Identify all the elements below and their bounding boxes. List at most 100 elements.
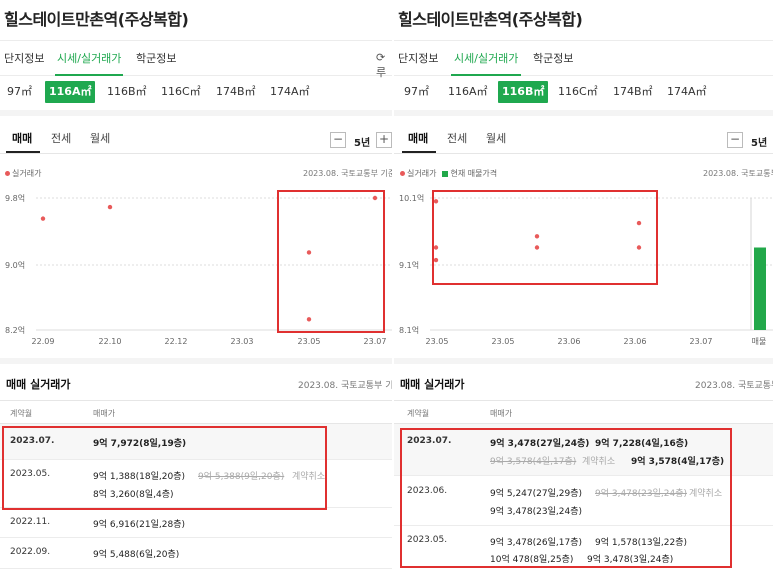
tab-price[interactable]: 시세/실거래가: [57, 50, 121, 66]
size-option[interactable]: 116C㎡: [157, 81, 205, 103]
x-tick-label: 23.03: [231, 337, 254, 346]
size-option[interactable]: 97㎡: [3, 81, 36, 103]
table-row[interactable]: 2022.09. 9억 5,488(6일,20층): [0, 538, 392, 569]
legend-actual: 실거래가: [407, 169, 437, 178]
size-option[interactable]: 116A㎡: [444, 81, 492, 103]
row-price: 9억 3,478(26일,17층): [490, 538, 582, 548]
cancel-label: 계약취소: [292, 472, 326, 482]
table-row[interactable]: 2023.07. 9억 3,478(27일,24층) 9억 7,228(4일,1…: [394, 424, 773, 476]
chart-legend: 실거래가 현재 매물가격: [400, 168, 497, 179]
refresh-icon[interactable]: ⟳ 루: [376, 51, 392, 80]
table-row[interactable]: 2023.06. 9억 5,247(27일,29층) 9억 3,478(23일,…: [394, 476, 773, 526]
y-tick-label: 8.1억: [399, 325, 419, 335]
size-option[interactable]: 116C㎡: [554, 81, 602, 103]
table-row[interactable]: 2023.05. 9억 1,388(18일,20층) 9억 5,388(9일,2…: [0, 460, 392, 508]
x-tick-label: 23.05: [426, 337, 449, 346]
legend-listing: 현재 매물가격: [450, 169, 498, 178]
size-option-selected[interactable]: 116B㎡: [498, 81, 549, 103]
separator: [0, 110, 392, 116]
table-row[interactable]: 2023.05. 9억 3,478(26일,17층) 9억 1,578(13일,…: [394, 526, 773, 569]
size-option[interactable]: 174B㎡: [609, 81, 657, 103]
tab-school[interactable]: 학군정보: [136, 50, 176, 66]
row-price: 9억 3,478(27일,24층): [490, 439, 590, 449]
size-selector: 97㎡ 116A㎡ 116B㎡ 116C㎡ 174B㎡ 174A㎡: [394, 78, 773, 106]
table-row[interactable]: 2023.07. 9억 7,972(8일,19층): [0, 424, 392, 460]
left-panel: 힐스테이트만촌역(주상복합) 단지정보 시세/실거래가 학군정보 ⟳ 루 97㎡…: [0, 0, 392, 569]
price-point: [40, 216, 46, 221]
chart-legend: 실거래가: [5, 168, 41, 179]
size-option[interactable]: 116B㎡: [103, 81, 151, 103]
subtab-sale[interactable]: 매매: [12, 130, 32, 146]
row-month: 2023.07.: [407, 436, 452, 446]
size-option[interactable]: 174B㎡: [212, 81, 260, 103]
row-price: 8억 3,260(8일,4층): [93, 490, 174, 500]
price-chart: 8.1억 9.1억 10.1억 23.05 23.05 23.06 23.06 23.07 매물: [399, 193, 773, 346]
subtab-underline: [402, 151, 436, 153]
row-price: 10억 478(8일,25층): [490, 555, 574, 565]
separator: [394, 358, 773, 364]
tab-complex-info[interactable]: 단지정보: [398, 50, 438, 66]
row-price: 9억 3,578(4일,17층): [631, 457, 725, 467]
x-tick-label: 23.07: [364, 337, 387, 346]
y-tick-label: 9.1억: [399, 260, 419, 270]
period-label: 5년: [751, 138, 768, 149]
separator: [394, 110, 773, 116]
x-tick-label: 23.06: [558, 337, 581, 346]
deal-type-tabs: 매매 전세 월세 − 5년: [394, 124, 773, 154]
tab-active-underline: [55, 74, 123, 76]
section-title: 매매 실거래가: [400, 378, 465, 391]
legend-dot-icon: [5, 171, 10, 176]
table-header: 계약월 매매가: [0, 400, 392, 424]
size-option[interactable]: 174A㎡: [266, 81, 314, 103]
subtab-jeonse[interactable]: 전세: [447, 130, 467, 146]
subtab-monthly[interactable]: 월세: [486, 130, 506, 146]
price-chart: 8.2억 9.0억 9.8억 22.09 22.10 22.12 23.03 23.05 23.…: [5, 193, 392, 346]
col-month: 계약월: [407, 409, 430, 418]
row-month: 2023.07.: [10, 436, 55, 446]
row-price: 9억 1,578(13일,22층): [595, 538, 687, 548]
subtab-sale[interactable]: 매매: [408, 130, 428, 146]
table-row[interactable]: 2022.11. 9억 6,916(21일,28층): [0, 508, 392, 538]
row-month: 2022.11.: [10, 517, 51, 527]
tab-school[interactable]: 학군정보: [533, 50, 573, 66]
subtab-underline: [6, 151, 40, 153]
price-point: [433, 245, 439, 250]
size-option-selected[interactable]: 116A㎡: [45, 81, 96, 103]
tab-complex-info[interactable]: 단지정보: [4, 50, 44, 66]
size-option[interactable]: 174A㎡: [663, 81, 711, 103]
size-option[interactable]: 97㎡: [400, 81, 433, 103]
subtab-jeonse[interactable]: 전세: [51, 130, 71, 146]
row-month: 2023.05.: [407, 535, 448, 545]
tab-price[interactable]: 시세/실거래가: [454, 50, 518, 66]
row-month: 2023.06.: [407, 486, 448, 496]
col-price: 매매가: [490, 409, 513, 418]
row-price: 9억 6,916(21일,28층): [93, 520, 185, 530]
row-price: 9억 7,228(4일,16층): [595, 439, 689, 449]
y-tick-label: 9.0억: [5, 260, 25, 270]
price-point: [433, 257, 439, 263]
period-plus-button[interactable]: +: [376, 132, 392, 148]
x-tick-label: 23.05: [492, 337, 515, 346]
main-tabs: 단지정보 시세/실거래가 학군정보: [394, 40, 773, 76]
listing-price-bar: [754, 247, 766, 330]
subtab-monthly[interactable]: 월세: [90, 130, 110, 146]
row-price: 9억 5,247(27일,29층): [490, 489, 582, 499]
period-minus-button[interactable]: −: [727, 132, 743, 148]
legend-square-icon: [442, 170, 449, 177]
row-price-cancelled: 9억 3,478(23일,24층): [595, 489, 687, 499]
row-month: 2022.09.: [10, 547, 51, 557]
size-selector: 97㎡ 116A㎡ 116B㎡ 116C㎡ 174B㎡ 174A㎡: [0, 78, 392, 106]
price-point: [433, 199, 439, 204]
chart-basis: 2023.08. 국토교통부 기준: [303, 169, 392, 178]
price-point: [534, 234, 540, 239]
x-tick-label: 22.10: [99, 337, 122, 346]
period-minus-button[interactable]: −: [330, 132, 346, 148]
period-label: 5년: [354, 138, 371, 149]
page-title: 힐스테이트만촌역(주상복합): [398, 10, 583, 29]
page-title: 힐스테이트만촌역(주상복합): [4, 10, 189, 29]
row-price: 9억 1,388(18일,20층): [93, 472, 185, 482]
separator: [0, 358, 392, 364]
section-basis: 2023.08. 국토교통부: [695, 381, 773, 391]
cancel-label: 계약취소: [689, 489, 723, 499]
price-point: [306, 250, 312, 255]
